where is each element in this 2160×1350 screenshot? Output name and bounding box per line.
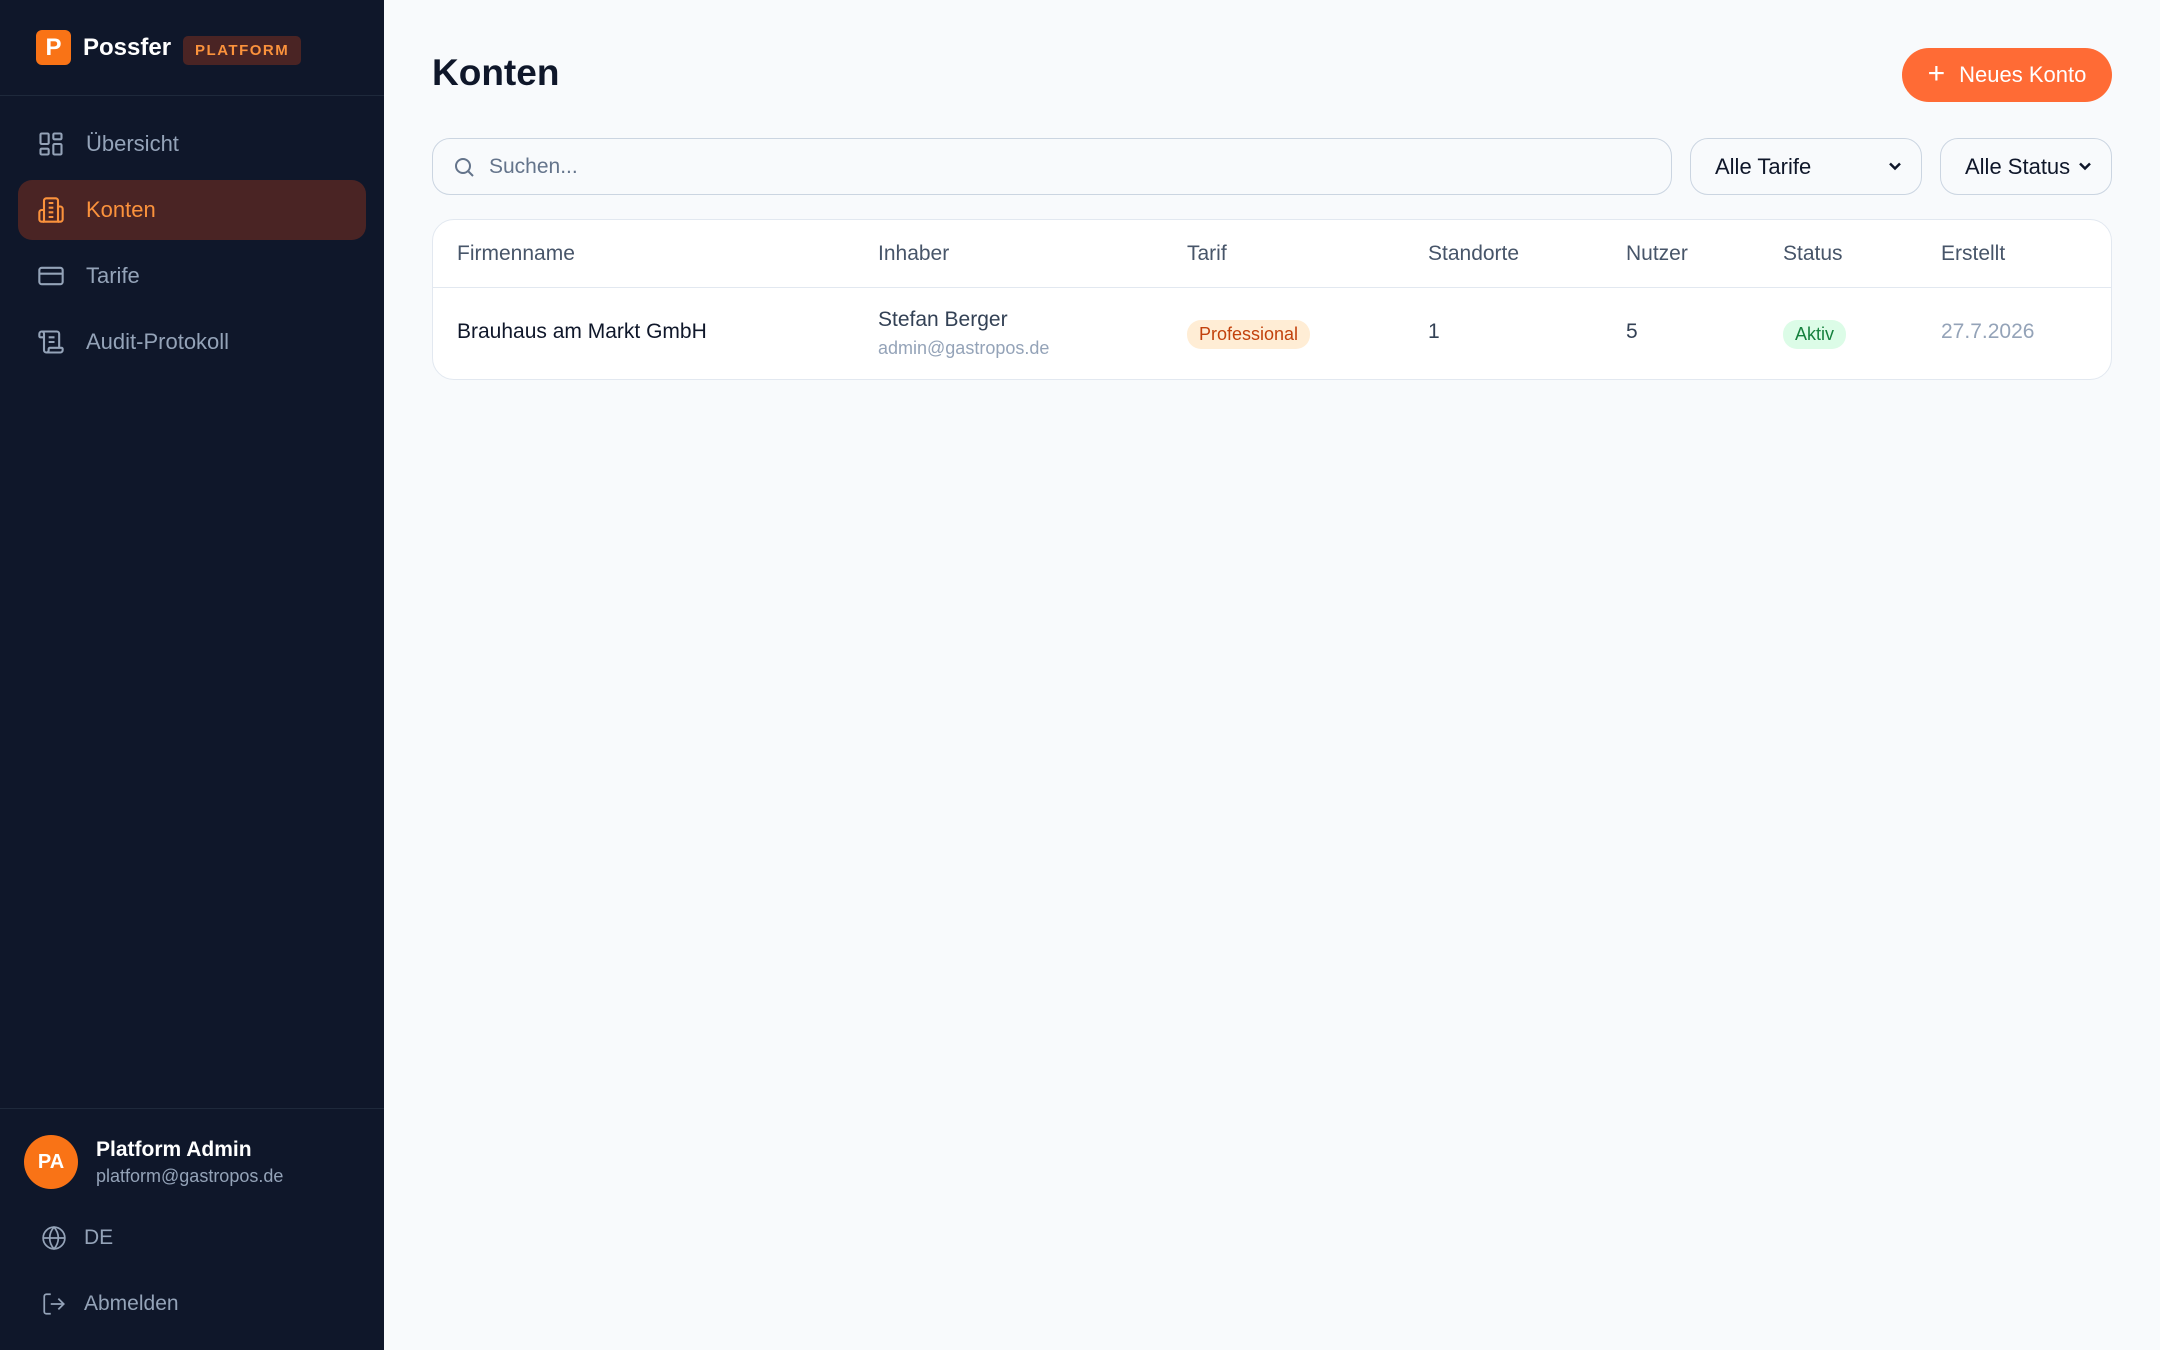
accounts-table: Firmenname Inhaber Tarif Standorte Nutze… xyxy=(432,219,2112,380)
new-account-button[interactable]: + Neues Konto xyxy=(1902,48,2112,102)
main-content: Konten + Neues Konto Alle Tarife Alle St… xyxy=(384,0,2160,1350)
column-header-locations[interactable]: Standorte xyxy=(1428,242,1519,266)
created-date: 27.7.2026 xyxy=(1941,320,2035,343)
logout-button[interactable]: Abmelden xyxy=(0,1271,384,1337)
brand[interactable]: P Possfer PLATFORM xyxy=(0,0,384,96)
column-header-owner[interactable]: Inhaber xyxy=(878,242,949,266)
owner-name: Stefan Berger xyxy=(878,308,1008,331)
status-filter-value: Alle Status xyxy=(1965,153,2071,179)
search-box[interactable] xyxy=(432,138,1672,195)
column-header-plan[interactable]: Tarif xyxy=(1187,242,1227,266)
sidebar-item-label: Tarife xyxy=(86,263,140,288)
sidebar: P Possfer PLATFORM Übersicht Konten Tari… xyxy=(0,0,384,1350)
language-switcher[interactable]: DE xyxy=(0,1205,384,1271)
dashboard-icon xyxy=(36,129,66,159)
page-title: Konten xyxy=(432,52,560,93)
plan-filter-value: Alle Tarife xyxy=(1715,153,1812,179)
locations-count: 1 xyxy=(1428,320,1440,343)
logout-icon xyxy=(40,1290,68,1318)
brand-logo: P xyxy=(36,30,71,65)
credit-card-icon xyxy=(36,261,66,291)
logout-label: Abmelden xyxy=(84,1292,179,1315)
table-row[interactable]: Brauhaus am Markt GmbH Stefan Berger adm… xyxy=(433,288,2111,379)
sidebar-nav: Übersicht Konten Tarife Audit-Protokoll xyxy=(0,96,384,372)
search-icon xyxy=(451,154,477,180)
building-icon xyxy=(36,195,66,225)
avatar: PA xyxy=(24,1135,78,1189)
sidebar-item-label: Übersicht xyxy=(86,131,179,156)
column-header-users[interactable]: Nutzer xyxy=(1626,242,1688,266)
company-name: Brauhaus am Markt GmbH xyxy=(457,320,707,343)
globe-icon xyxy=(40,1224,68,1252)
user-info: Platform Admin platform@gastropos.de xyxy=(96,1138,283,1187)
column-header-status[interactable]: Status xyxy=(1783,242,1843,266)
status-filter-select[interactable]: Alle Status xyxy=(1940,138,2112,195)
search-input[interactable] xyxy=(489,154,1639,179)
scroll-icon xyxy=(36,327,66,357)
user-profile[interactable]: PA Platform Admin platform@gastropos.de xyxy=(0,1109,384,1189)
sidebar-item-accounts[interactable]: Konten xyxy=(18,180,366,240)
plan-filter-select[interactable]: Alle Tarife xyxy=(1690,138,1922,195)
new-account-label: Neues Konto xyxy=(1959,62,2087,87)
sidebar-item-plans[interactable]: Tarife xyxy=(18,246,366,306)
sidebar-item-overview[interactable]: Übersicht xyxy=(18,114,366,174)
table-header: Firmenname Inhaber Tarif Standorte Nutze… xyxy=(433,220,2111,288)
owner-email: admin@gastropos.de xyxy=(878,338,1050,358)
user-name: Platform Admin xyxy=(96,1137,252,1161)
sidebar-item-label: Konten xyxy=(86,197,156,222)
sidebar-item-label: Audit-Protokoll xyxy=(86,329,230,354)
chevron-down-icon xyxy=(1885,156,1905,182)
status-badge: Aktiv xyxy=(1783,320,1847,349)
plan-badge: Professional xyxy=(1187,320,1311,349)
platform-badge: PLATFORM xyxy=(183,36,302,65)
plus-icon: + xyxy=(1927,57,1946,90)
user-email: platform@gastropos.de xyxy=(96,1165,284,1186)
brand-name: Possfer xyxy=(83,33,172,61)
sidebar-footer: PA Platform Admin platform@gastropos.de … xyxy=(0,1108,384,1350)
users-count: 5 xyxy=(1626,320,1638,343)
column-header-created[interactable]: Erstellt xyxy=(1941,242,2005,266)
language-label: DE xyxy=(84,1226,114,1249)
column-header-company[interactable]: Firmenname xyxy=(457,242,575,266)
chevron-down-icon xyxy=(2075,156,2095,182)
sidebar-item-audit-log[interactable]: Audit-Protokoll xyxy=(18,312,366,372)
